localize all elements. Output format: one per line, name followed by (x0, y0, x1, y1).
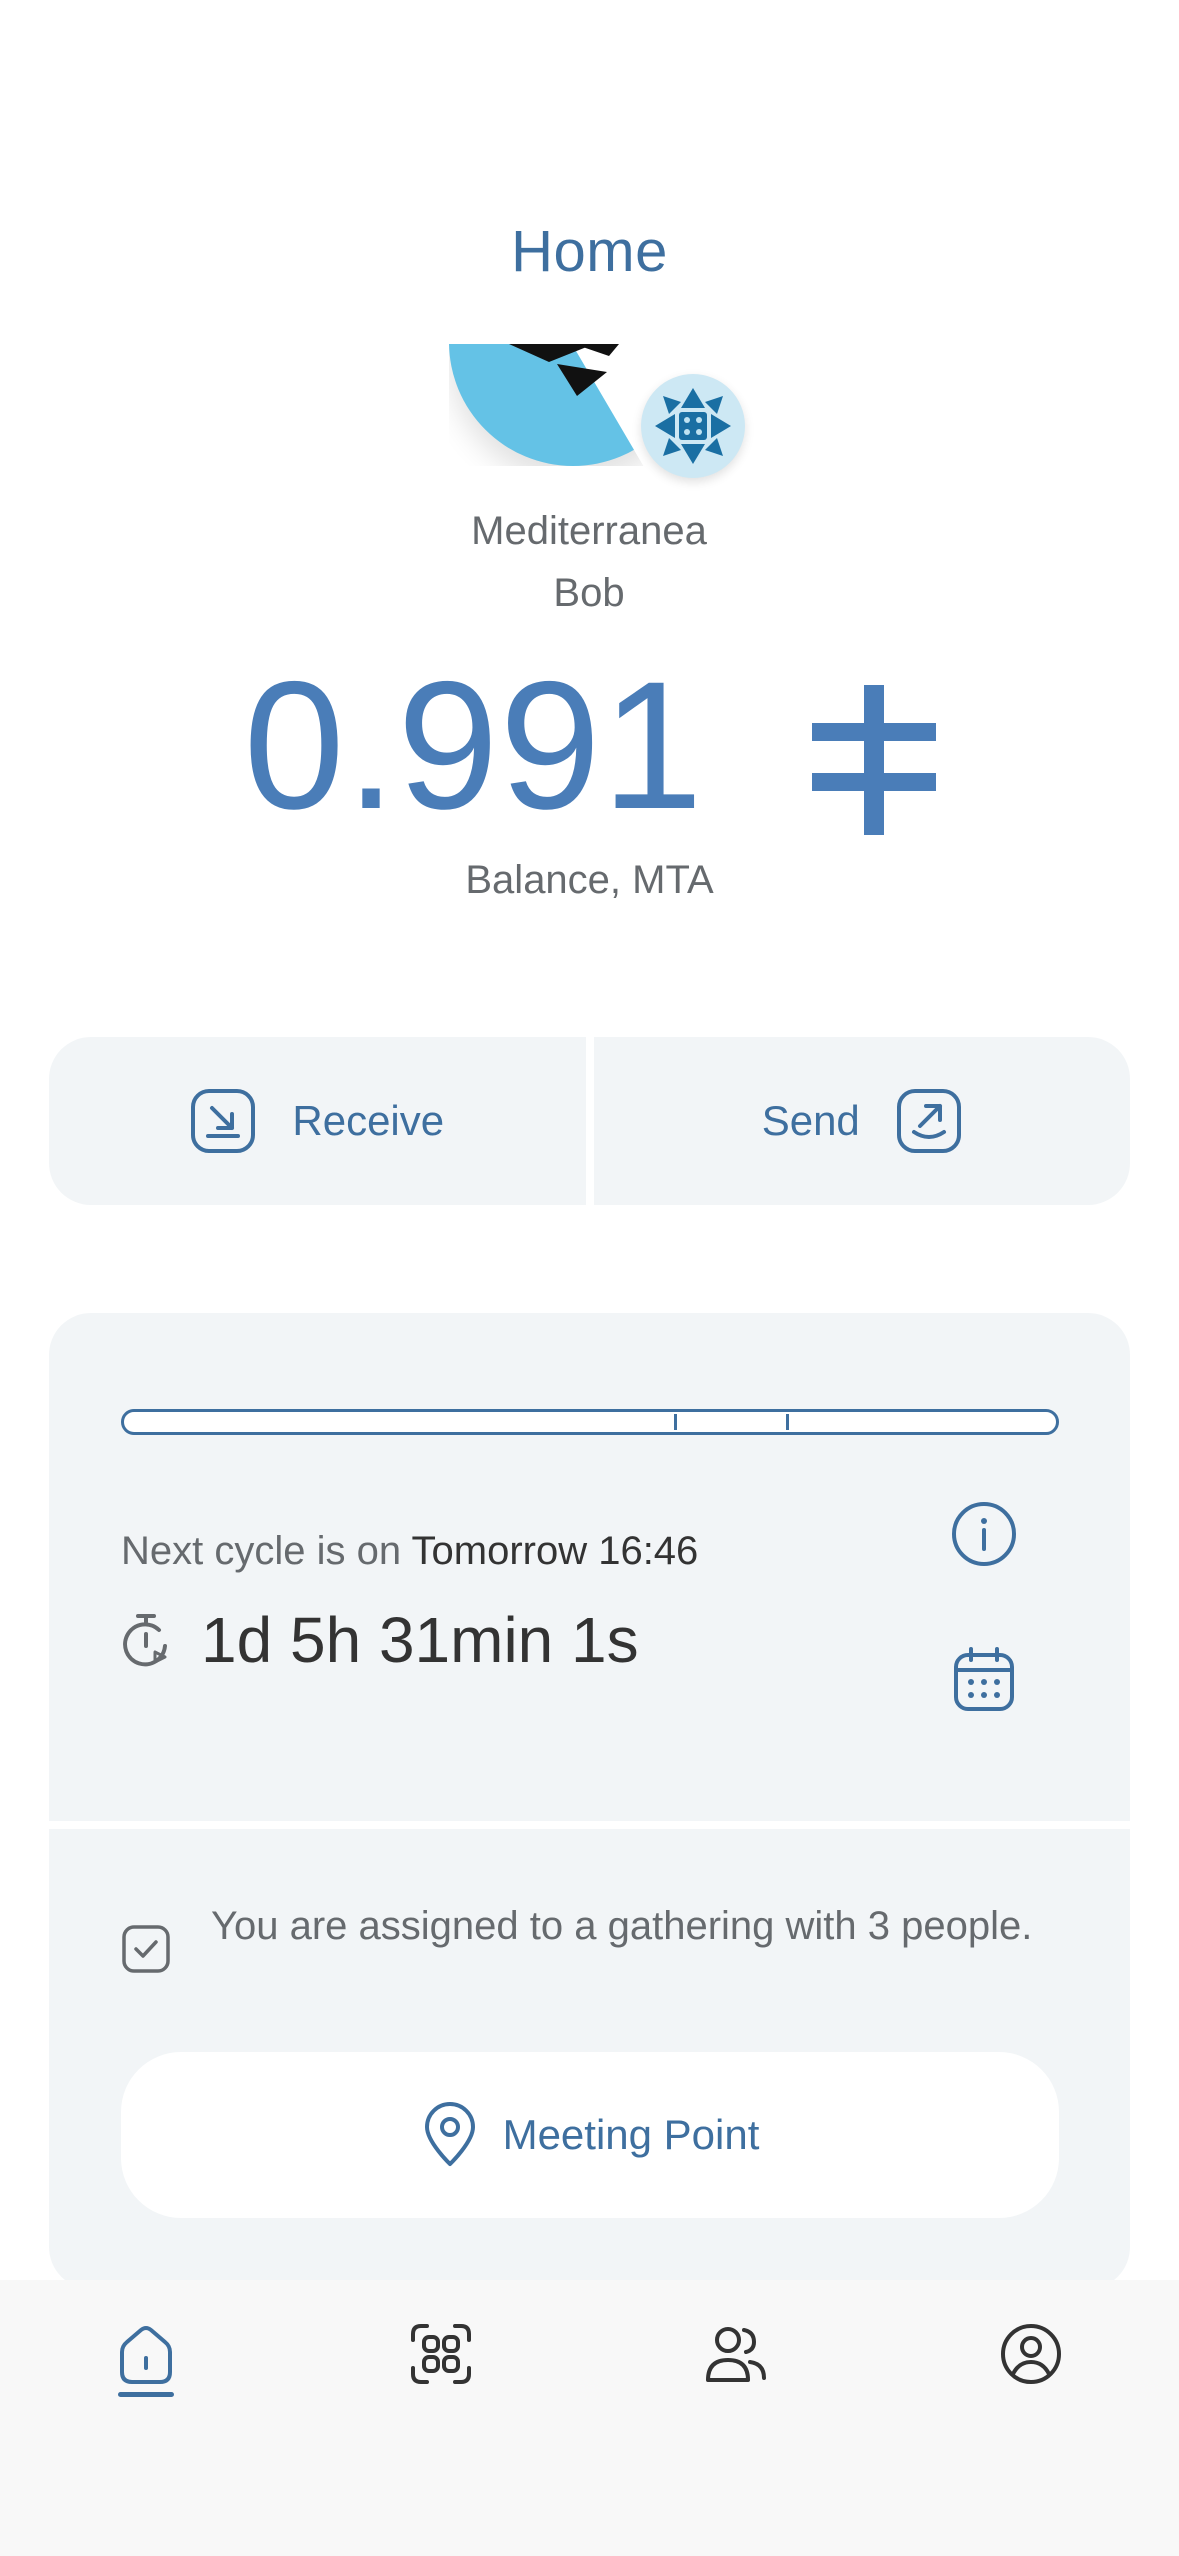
send-icon (896, 1089, 961, 1153)
cycle-progress-bar (121, 1409, 1059, 1435)
gathering-message: You are assigned to a gathering with 3 p… (211, 1904, 1033, 1948)
send-label: Send (761, 1097, 860, 1144)
qr-scan-icon (411, 2324, 471, 2384)
profile-icon (1001, 2324, 1061, 2384)
gathering-card: You are assigned to a gathering with 3 p… (49, 1829, 1130, 2289)
cycle-card: Next cycle is on Tomorrow 16:46 1d 5h 31… (49, 1313, 1130, 1821)
user-name: Mediterranea Bob (339, 500, 839, 624)
action-bar: Receive Send (49, 1037, 1130, 1205)
page-title: Home (511, 219, 668, 284)
user-name-line1: Mediterranea (471, 509, 707, 553)
receive-button[interactable]: Receive (49, 1037, 586, 1205)
info-icon (952, 1502, 1016, 1566)
meeting-point-label: Meeting Point (502, 2111, 760, 2158)
contacts-icon (706, 2327, 766, 2382)
bottom-tab-bar (0, 2280, 1179, 2556)
next-cycle-prefix: Next cycle is on (121, 1529, 402, 1573)
cycle-marker (785, 1414, 789, 1430)
community-badge-icon (641, 374, 745, 478)
cycle-marker (673, 1414, 677, 1430)
receive-label: Receive (292, 1097, 445, 1144)
send-button[interactable]: Send (593, 1037, 1130, 1205)
calendar-button[interactable] (951, 1646, 1017, 1712)
tab-scan[interactable] (391, 2322, 491, 2452)
countdown-timer: 1d 5h 31min 1s (201, 1604, 639, 1676)
countdown-row: 1d 5h 31min 1s (121, 1603, 639, 1677)
info-button[interactable] (951, 1501, 1017, 1567)
next-cycle-time: Tomorrow 16:46 (411, 1529, 699, 1573)
next-cycle-text: Next cycle is on Tomorrow 16:46 (121, 1529, 698, 1574)
tab-profile[interactable] (981, 2322, 1081, 2452)
tab-contacts[interactable] (686, 2322, 786, 2452)
user-name-line2: Bob (553, 571, 625, 615)
timer-icon (123, 1614, 167, 1667)
active-tab-indicator (118, 2392, 174, 2397)
balance-label: Balance, MTA (465, 858, 714, 902)
home-icon (120, 2326, 172, 2384)
tab-home[interactable] (96, 2322, 196, 2452)
meeting-point-button[interactable]: Meeting Point (121, 2052, 1059, 2218)
currency-symbol-icon (811, 655, 936, 865)
location-pin-icon (424, 2102, 475, 2166)
calendar-icon (954, 1647, 1014, 1711)
receive-icon (191, 1089, 256, 1153)
balance-value: 0.991 (243, 643, 704, 847)
gathering-checkbox-icon (121, 1924, 171, 1979)
balance-amount: 0.991 (0, 640, 1179, 865)
